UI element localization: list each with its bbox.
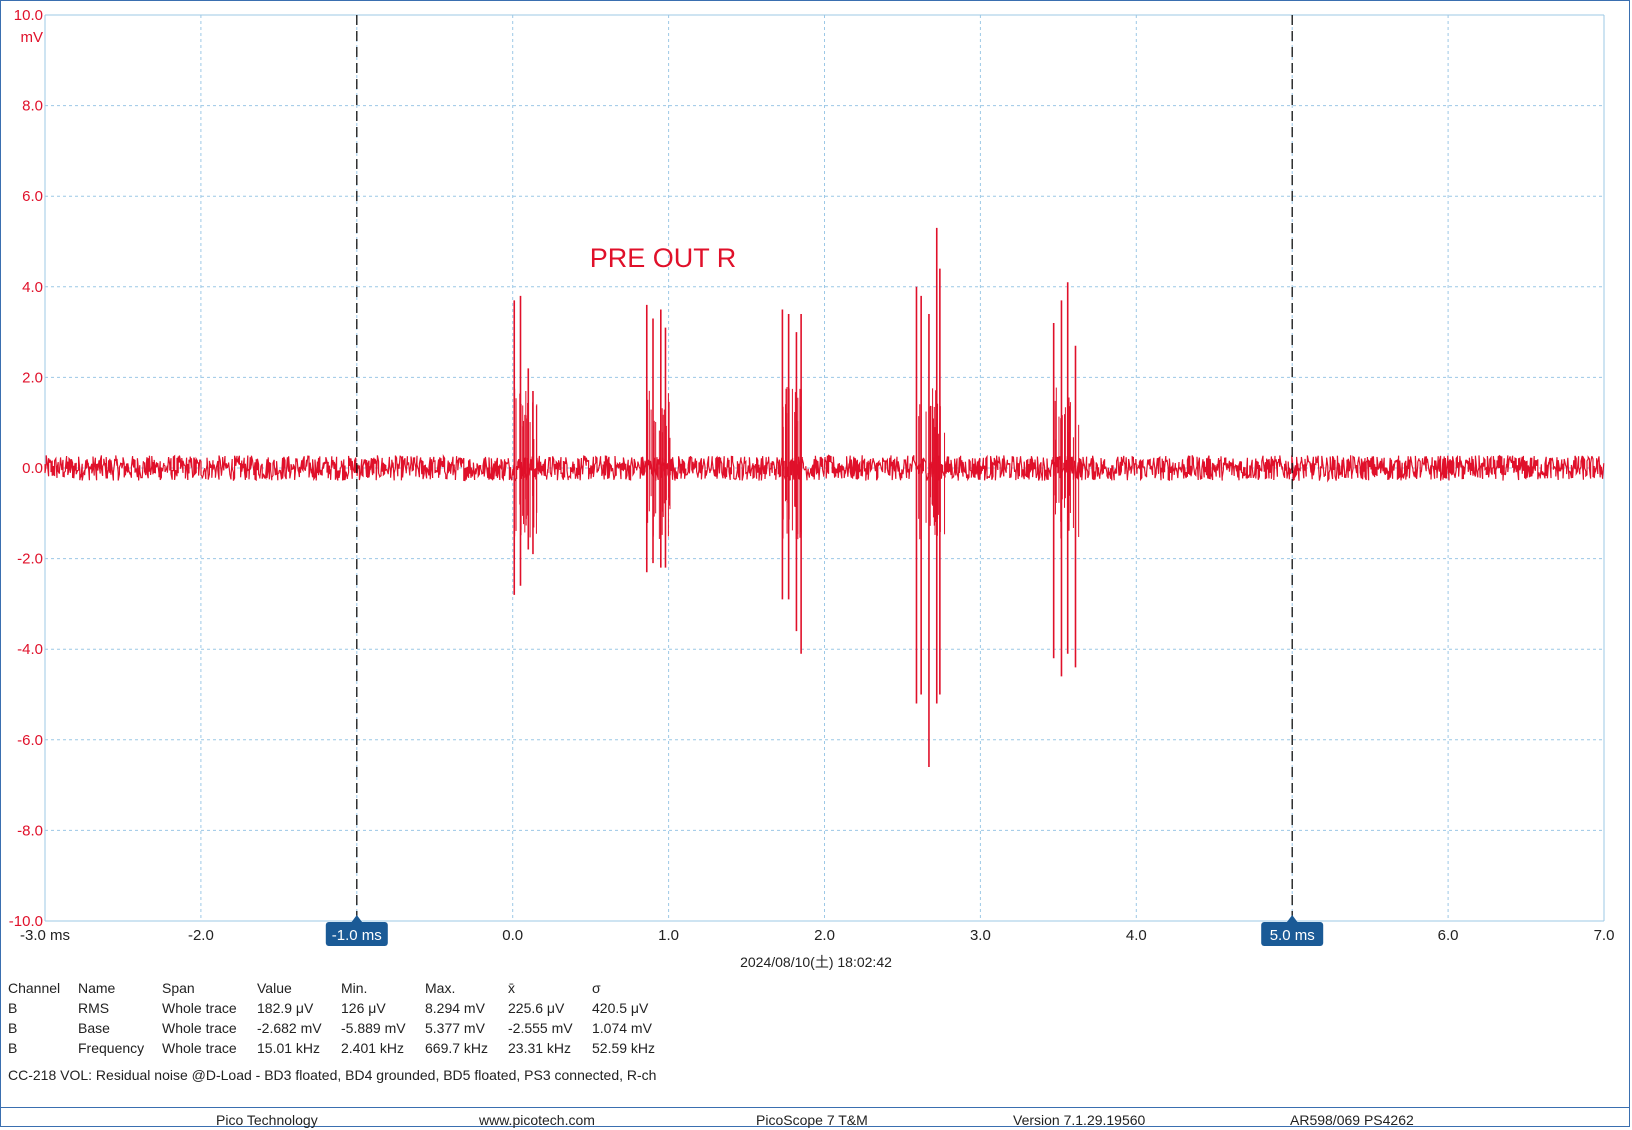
capture-timestamp: 2024/08/10(土) 18:02:42 (740, 954, 892, 970)
y-tick-label: -8.0 (17, 822, 43, 839)
table-cell: RMS (78, 1000, 110, 1016)
table-row: B RMS Whole trace 182.9 μV 126 μV 8.294 mV 225… (8, 998, 672, 1018)
header-name: Name (78, 980, 116, 996)
x-tick-label: -2.0 (188, 927, 214, 944)
x-tick-label: 3.0 (970, 927, 991, 944)
time-cursor-badge[interactable]: -1.0 ms (325, 915, 388, 946)
x-tick-label: -3.0 ms (20, 927, 70, 944)
table-cell: 420.5 μV (592, 1000, 649, 1016)
header-min: Min. (341, 980, 368, 996)
y-tick-label: -4.0 (17, 641, 43, 658)
table-cell: 5.377 mV (425, 1020, 485, 1036)
measurements-table: Channel Name Span Value Min. Max. x̄ σ B… (8, 978, 672, 1058)
table-cell: B (8, 1020, 18, 1036)
time-cursor-label: 5.0 ms (1270, 927, 1315, 944)
time-cursor-handle (350, 915, 363, 923)
footer-product: PicoScope 7 T&M (756, 1112, 868, 1128)
table-cell: Whole trace (162, 1020, 237, 1036)
x-tick-label: 4.0 (1126, 927, 1147, 944)
y-tick-label: 8.0 (22, 98, 43, 115)
y-tick-label: 6.0 (22, 188, 43, 205)
table-cell: 225.6 μV (508, 1000, 565, 1016)
footer-version: Version 7.1.29.19560 (1013, 1112, 1146, 1128)
chart-title: PRE OUT R (590, 243, 737, 273)
header-value: Value (257, 980, 292, 996)
table-cell: 52.59 kHz (592, 1040, 656, 1056)
table-cell: Base (78, 1020, 110, 1036)
measurements-header-row: Channel Name Span Value Min. Max. x̄ σ (8, 978, 672, 998)
oscilloscope-chart: -1.0 ms 5.0 ms 10.0 8.0 6.0 4.0 2.0 0.0 -2.0 -4.… (9, 7, 1615, 946)
footer-website[interactable]: www.picotech.com (479, 1112, 595, 1128)
x-tick-label: 2.0 (814, 927, 835, 944)
table-cell: B (8, 1040, 18, 1056)
table-cell: 182.9 μV (257, 1000, 314, 1016)
time-cursor-label: -1.0 ms (332, 927, 382, 944)
table-cell: 126 μV (341, 1000, 386, 1016)
header-max: Max. (425, 980, 456, 996)
y-tick-label: 4.0 (22, 279, 43, 296)
header-span: Span (162, 980, 195, 996)
header-mean: x̄ (508, 980, 515, 996)
y-tick-label: 0.0 (22, 460, 43, 477)
table-cell: Frequency (78, 1040, 145, 1056)
table-cell: 669.7 kHz (425, 1040, 489, 1056)
time-cursor-badge[interactable]: 5.0 ms (1261, 915, 1324, 946)
table-cell: 8.294 mV (425, 1000, 485, 1016)
y-unit-label: mV (21, 29, 44, 46)
time-cursor-handle (1286, 915, 1299, 923)
table-row: B Frequency Whole trace 15.01 kHz 2.401 kHz 6… (8, 1038, 672, 1058)
x-tick-label: 1.0 (658, 927, 679, 944)
table-cell: Whole trace (162, 1040, 237, 1056)
table-cell: 15.01 kHz (257, 1040, 321, 1056)
footer-device: AR598/069 PS4262 (1290, 1112, 1414, 1128)
x-tick-label: 6.0 (1438, 927, 1459, 944)
table-cell: 2.401 kHz (341, 1040, 405, 1056)
trace-caption: CC-218 VOL: Residual noise @D-Load - BD3… (8, 1067, 657, 1083)
header-sigma: σ (592, 980, 601, 996)
table-cell: -2.555 mV (508, 1020, 573, 1036)
y-tick-label: 2.0 (22, 369, 43, 386)
y-tick-label: -6.0 (17, 732, 43, 749)
footer-bar: Pico Technology www.picotech.com PicoSco… (0, 1107, 1630, 1130)
table-cell: -2.682 mV (257, 1020, 322, 1036)
x-tick-label: 0.0 (502, 927, 523, 944)
footer-company: Pico Technology (216, 1112, 318, 1128)
table-row: B Base Whole trace -2.682 mV -5.889 mV 5.377 … (8, 1018, 672, 1038)
table-cell: 23.31 kHz (508, 1040, 572, 1056)
header-channel: Channel (8, 980, 61, 996)
table-cell: -5.889 mV (341, 1020, 406, 1036)
y-tick-label: 10.0 (14, 7, 43, 24)
y-tick-label: -2.0 (17, 551, 43, 568)
noise-band (44, 453, 1605, 483)
table-cell: Whole trace (162, 1000, 237, 1016)
x-tick-label: 7.0 (1594, 927, 1615, 944)
table-cell: B (8, 1000, 18, 1016)
table-cell: 1.074 mV (592, 1020, 652, 1036)
